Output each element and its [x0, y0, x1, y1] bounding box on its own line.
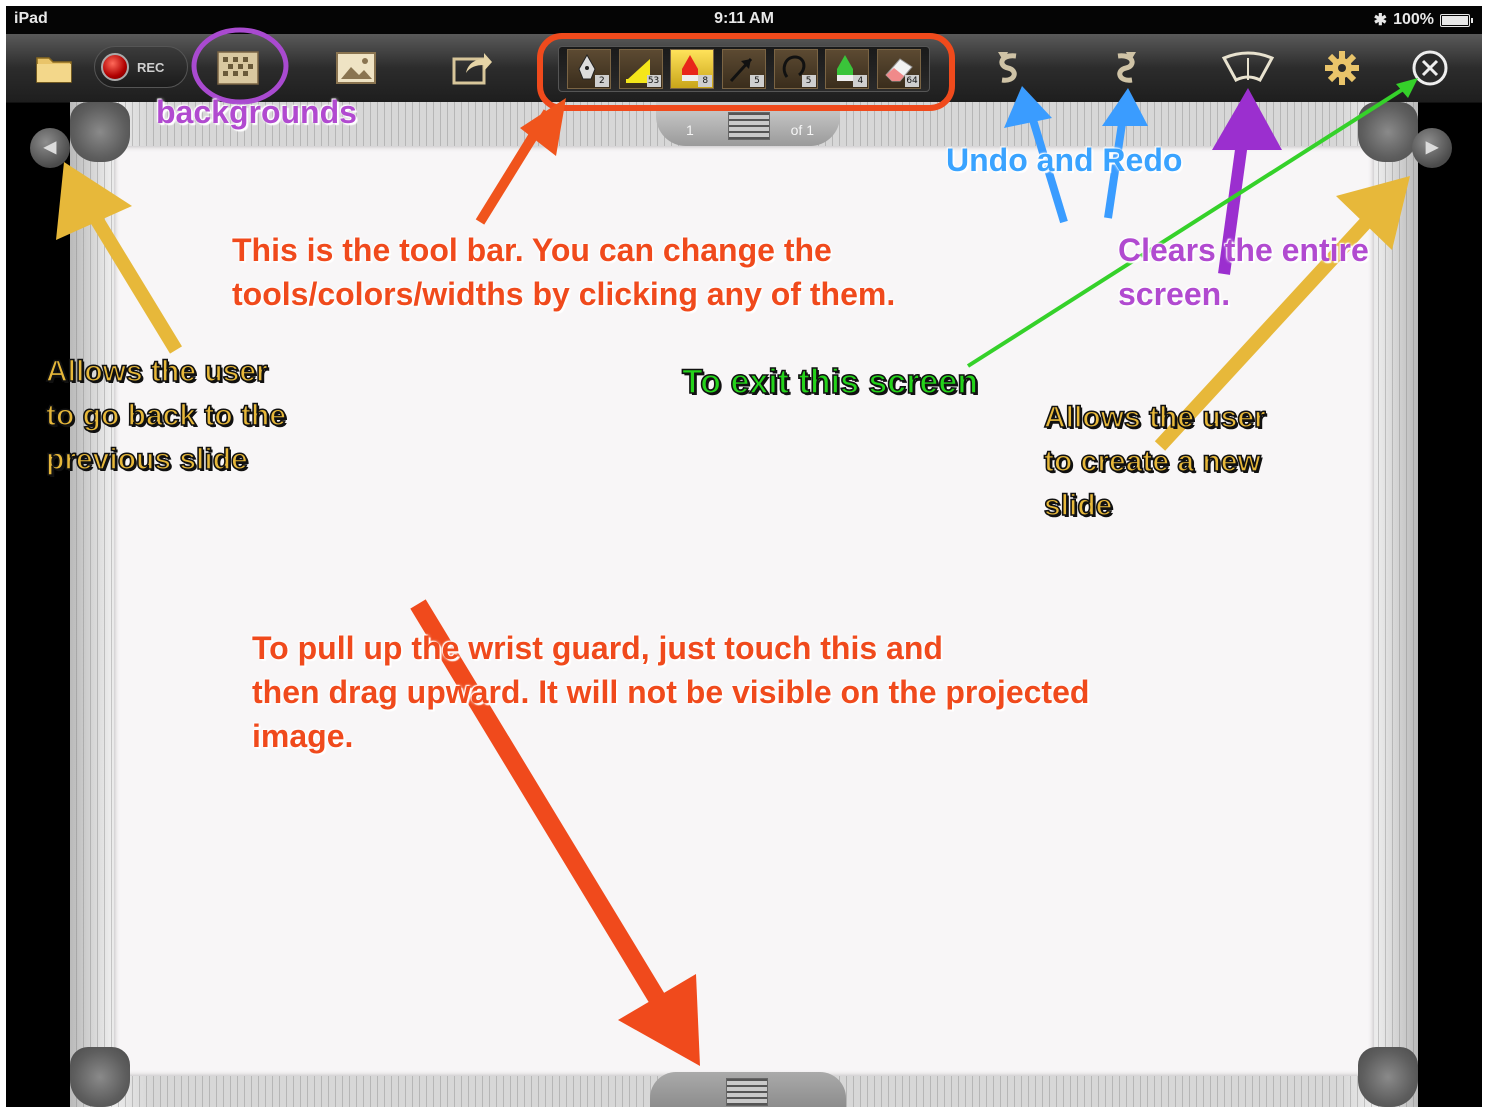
tool-size: 5 [801, 75, 816, 87]
undo-redo-annotation: Undo and Redo [946, 142, 1183, 178]
ipad-screen: iPad 9:11 AM ✱ 100% REC 2 53 8 5 5 4 64 … [6, 6, 1482, 1107]
clock: 9:11 AM [714, 10, 774, 27]
frame-corner [70, 1047, 130, 1107]
eraser-tool[interactable]: 64 [877, 49, 922, 89]
current-slide: 1 [686, 122, 694, 138]
arrow-tool[interactable]: 5 [721, 49, 766, 89]
record-icon [101, 53, 129, 81]
gear-icon[interactable] [1318, 44, 1366, 92]
backgrounds-annotation: backgrounds [156, 94, 357, 130]
slide-pager[interactable]: 1 of 1 [656, 102, 840, 146]
tool-size: 53 [646, 75, 661, 87]
frame-corner [70, 102, 130, 162]
tool-size: 2 [594, 75, 609, 87]
image-icon[interactable] [332, 44, 380, 92]
clear-screen-icon[interactable] [1220, 44, 1276, 92]
tool-size: 64 [905, 75, 920, 87]
total-slides: of 1 [790, 122, 814, 138]
backgrounds-icon[interactable] [214, 44, 262, 92]
marker-green-tool[interactable]: 4 [825, 49, 870, 89]
share-icon[interactable] [448, 44, 496, 92]
undo-icon[interactable] [984, 44, 1032, 92]
new-slide-button[interactable]: ▶ [1412, 128, 1452, 168]
record-button[interactable]: REC [94, 46, 188, 88]
previous-slide-annotation: Allows the user to go back to the previo… [45, 354, 287, 477]
frame-corner [1358, 1047, 1418, 1107]
tool-size: 5 [749, 75, 764, 87]
pager-grip-icon[interactable] [728, 112, 770, 140]
tool-size: 4 [853, 75, 868, 87]
battery-percent: 100% [1393, 11, 1434, 28]
tool-strip: 2 53 8 5 5 4 64 [558, 46, 930, 92]
marker-red-tool[interactable]: 8 [670, 49, 715, 89]
frame-corner [1358, 102, 1418, 162]
wrist-guard-tab[interactable] [650, 1072, 846, 1107]
toolbar-annotation: This is the tool bar. You can change the… [232, 232, 896, 312]
new-slide-annotation: Allows the user to create a new slide [1043, 400, 1266, 523]
record-label: REC [137, 59, 165, 75]
exit-annotation: To exit this screen [681, 362, 979, 402]
folder-icon[interactable] [30, 44, 78, 92]
lasso-tool[interactable]: 5 [773, 49, 818, 89]
battery-icon [1440, 13, 1473, 27]
wrist-guard-grip-icon[interactable] [726, 1078, 768, 1106]
wrist-guard-annotation: To pull up the wrist guard, just touch t… [252, 630, 1090, 754]
clear-annotation: Clears the entire screen. [1118, 232, 1369, 312]
redo-icon[interactable] [1102, 44, 1150, 92]
previous-slide-button[interactable]: ◀ [30, 128, 70, 168]
bluetooth-icon: ✱ [1373, 12, 1388, 29]
status-bar: iPad 9:11 AM ✱ 100% [6, 6, 1482, 34]
pen-tool[interactable]: 2 [566, 49, 611, 89]
highlighter-tool[interactable]: 53 [618, 49, 663, 89]
close-icon[interactable] [1406, 44, 1454, 92]
tool-size: 8 [698, 75, 713, 87]
